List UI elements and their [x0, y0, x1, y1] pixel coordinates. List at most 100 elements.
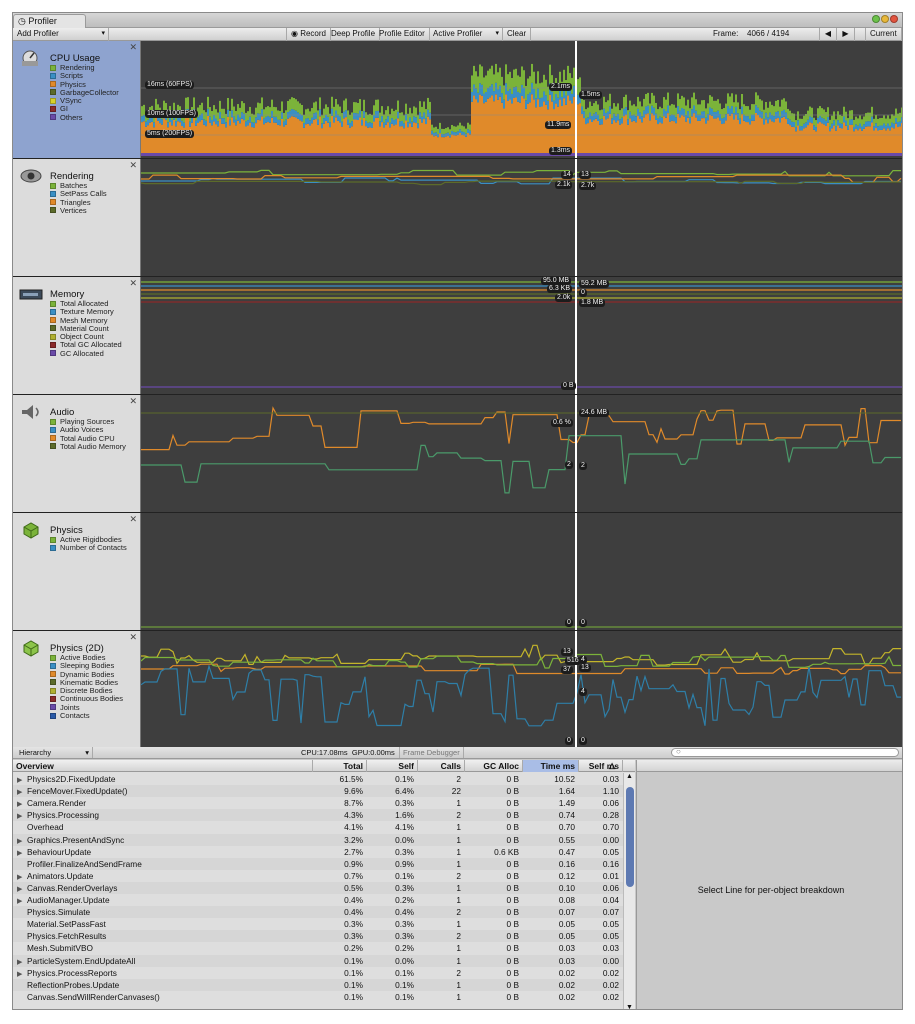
close-icon[interactable]	[890, 15, 898, 23]
table-row[interactable]: ▶ Physics.ProcessReports 0.1% 0.1% 2 0 B 0.02 0…	[13, 966, 623, 979]
cpu-physics-bar	[645, 114, 647, 153]
active-profiler-dropdown[interactable]: Active Profiler	[429, 28, 503, 41]
close-panel-icon[interactable]: ✕	[129, 514, 137, 525]
table-row[interactable]: Material.SetPassFast 0.3% 0.3% 1 0 B 0.05 0.05	[13, 918, 623, 931]
column-header-total[interactable]: Total	[313, 760, 367, 772]
table-row[interactable]: ▶ Canvas.RenderOverlays 0.5% 0.3% 1 0 B 0.10 0.…	[13, 881, 623, 894]
scroll-down-icon[interactable]: ▼	[626, 1004, 633, 1009]
prev-frame-button[interactable]: ◀	[819, 28, 837, 41]
scrollbar-thumb[interactable]	[626, 787, 634, 887]
cpu-scripts-bar	[525, 100, 527, 109]
table-row[interactable]: Physics.FetchResults 0.3% 0.3% 2 0 B 0.05 0.05	[13, 930, 623, 943]
table-row[interactable]: ▶ AudioManager.Update 0.4% 0.2% 1 0 B 0.08 0.04	[13, 894, 623, 907]
panel-cpu[interactable]: CPU Usage Rendering Scripts Physics GarbageC…	[13, 41, 902, 159]
cpu-scripts-bar	[367, 122, 369, 128]
cpu-rendering-bar	[441, 128, 443, 135]
cpu-rendering-bar	[215, 109, 217, 119]
clear-button[interactable]: Clear	[503, 28, 532, 41]
table-row[interactable]: ReflectionProbes.Update 0.1% 0.1% 1 0 B 0.02 0…	[13, 978, 623, 991]
minimize-icon[interactable]	[881, 15, 889, 23]
scroll-up-icon[interactable]: ▲	[626, 773, 633, 780]
close-panel-icon[interactable]: ✕	[129, 396, 137, 407]
panel-cpu-label[interactable]: CPU Usage Rendering Scripts Physics GarbageC…	[13, 41, 141, 158]
cpu-physics-bar	[739, 124, 741, 153]
sort-indicator-icon[interactable]: △	[609, 760, 615, 772]
graph-value-label: 37	[561, 666, 573, 674]
table-row[interactable]: ▶ Physics.Processing 4.3% 1.6% 2 0 B 0.74 0.28	[13, 809, 623, 822]
panel-physics[interactable]: Physics Active Rigidbodies Number of Conta…	[13, 513, 902, 631]
column-header-gc-alloc[interactable]: GC Alloc	[465, 760, 523, 772]
close-panel-icon[interactable]: ✕	[129, 278, 137, 289]
cpu-physics-bar	[729, 115, 731, 153]
panel-rendering-label[interactable]: Rendering Batches SetPass Calls Triangles Ve…	[13, 159, 141, 276]
cpu-scripts-bar	[823, 118, 825, 125]
panel-cpu-graph[interactable]: 16ms (60FPS) 10ms (100FPS) 5ms (200FPS) 2.1…	[141, 41, 902, 158]
profile-editor-button[interactable]: Profile Editor	[375, 28, 430, 41]
cpu-scripts-bar	[557, 97, 559, 107]
search-input[interactable]: ○	[671, 747, 899, 757]
table-scrollbar[interactable]: ▲ ▼	[623, 773, 635, 1009]
table-row[interactable]: Canvas.SendWillRenderCanvases() 0.1% 0.1% 1…	[13, 990, 623, 1003]
panel-physics-graph[interactable]: 00	[141, 513, 902, 630]
add-profiler-dropdown[interactable]: Add Profiler	[13, 28, 109, 41]
table-row[interactable]: ▶ BehaviourUpdate 2.7% 0.3% 1 0.6 KB 0.47 0.05	[13, 845, 623, 858]
close-panel-icon[interactable]: ✕	[129, 632, 137, 643]
panel-physics2d[interactable]: Physics (2D) Active Bodies Sleeping Bodies…	[13, 631, 902, 749]
close-panel-icon[interactable]: ✕	[129, 160, 137, 171]
panel-audio-label[interactable]: Audio Playing Sources Audio Voices Total Au…	[13, 395, 141, 512]
cpu-scripts-bar	[565, 95, 567, 105]
tab-profiler[interactable]: ◷ Profiler	[13, 14, 86, 28]
zoom-icon[interactable]	[872, 15, 880, 23]
cpu-scripts-bar	[505, 83, 507, 95]
cpu-scripts-bar	[183, 122, 185, 128]
cpu-physics-bar	[315, 119, 317, 153]
cpu-physics-bar	[357, 120, 359, 153]
panel-physics2d-label[interactable]: Physics (2D) Active Bodies Sleeping Bodies…	[13, 631, 141, 748]
column-header-calls[interactable]: Calls	[418, 760, 465, 772]
cell-calls: 1	[456, 798, 461, 809]
cell-time: 0.03	[558, 955, 575, 966]
cpu-scripts-bar	[363, 111, 365, 118]
cpu-rendering-bar	[349, 114, 351, 124]
panel-audio[interactable]: Audio Playing Sources Audio Voices Total Au…	[13, 395, 902, 513]
cpu-physics-bar	[625, 114, 627, 153]
cpu-physics-bar	[699, 120, 701, 153]
table-row[interactable]: ▶ Physics2D.FixedUpdate 61.5% 0.1% 2 0 B 10.52…	[13, 773, 623, 786]
panel-audio-graph[interactable]: 24.6 MB 0.6 % 2 2	[141, 395, 902, 512]
panel-physics2d-graph[interactable]: 13 4 516 37 13 4 0 0	[141, 631, 902, 748]
cpu-scripts-bar	[755, 105, 757, 113]
frame-debugger-button[interactable]: Frame Debugger	[399, 747, 464, 758]
panel-rendering[interactable]: Rendering Batches SetPass Calls Triangles Ve…	[13, 159, 902, 277]
record-button[interactable]: ◉ Record	[286, 28, 331, 41]
panel-memory-graph[interactable]: 95.0 MB 59.2 MB 6.3 KB 0 2.0k 1.8 MB 0 B	[141, 277, 902, 394]
column-header-self-ms[interactable]: Self ms	[579, 760, 623, 772]
current-frame-button[interactable]: Current	[865, 28, 902, 41]
table-row[interactable]: ▶ Graphics.PresentAndSync 3.2% 0.0% 1 0 B 0.55…	[13, 833, 623, 846]
panel-rendering-graph[interactable]: 14 13 2.1k 2.7k	[141, 159, 902, 276]
table-row[interactable]: Physics.Simulate 0.4% 0.4% 2 0 B 0.07 0.07	[13, 906, 623, 919]
table-row[interactable]: Profiler.FinalizeAndSendFrame 0.9% 0.9% 1 0 …	[13, 857, 623, 870]
table-row[interactable]: ▶ FenceMover.FixedUpdate() 9.6% 6.4% 22 0 B 1.…	[13, 785, 623, 798]
cpu-rendering-bar	[741, 93, 743, 107]
cpu-physics-bar	[687, 117, 689, 153]
cpu-scripts-bar	[497, 89, 499, 100]
next-frame-button[interactable]: ▶	[837, 28, 855, 41]
table-row[interactable]: ▶ ParticleSystem.EndUpdateAll 0.1% 0.0% 1 0 B…	[13, 954, 623, 967]
cell-selfms: 0.03	[602, 774, 619, 784]
table-row[interactable]: ▶ Camera.Render 8.7% 0.3% 1 0 B 1.49 0.06	[13, 797, 623, 810]
close-panel-icon[interactable]: ✕	[129, 42, 137, 53]
cpu-scripts-bar	[373, 115, 375, 122]
deep-profile-button[interactable]: Deep Profile	[327, 28, 381, 41]
table-row[interactable]: Overhead 4.1% 4.1% 1 0 B 0.70 0.70	[13, 821, 623, 834]
cpu-scripts-bar	[831, 123, 833, 129]
column-header-self[interactable]: Self	[367, 760, 418, 772]
panel-memory[interactable]: Memory Total Allocated Texture Memory Mesh …	[13, 277, 902, 395]
panel-physics-label[interactable]: Physics Active Rigidbodies Number of Conta…	[13, 513, 141, 630]
column-header-time-ms[interactable]: Time ms	[523, 760, 579, 772]
column-header-overview[interactable]: Overview	[13, 760, 313, 772]
table-row[interactable]: Mesh.SubmitVBO 0.2% 0.2% 1 0 B 0.03 0.03	[13, 942, 623, 955]
table-row[interactable]: ▶ Animators.Update 0.7% 0.1% 2 0 B 0.12 0.01	[13, 869, 623, 882]
panel-memory-label[interactable]: Memory Total Allocated Texture Memory Mesh …	[13, 277, 141, 394]
cpu-physics-bar	[743, 120, 745, 153]
view-mode-dropdown[interactable]: Hierarchy ▾	[15, 747, 93, 758]
